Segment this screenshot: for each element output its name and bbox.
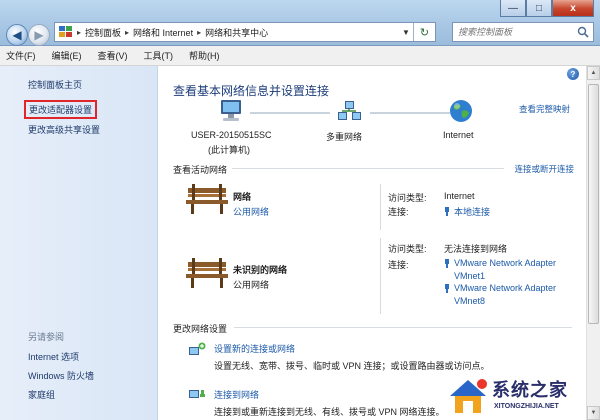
network-icon: [336, 98, 362, 126]
connection-link-vmnet1[interactable]: VMware Network Adapter: [444, 258, 556, 268]
network-name: 未识别的网络: [233, 265, 288, 275]
connect-network-icon: [188, 386, 206, 400]
control-panel-icon: [59, 26, 73, 38]
scroll-up-icon[interactable]: ▲: [587, 66, 600, 80]
window-controls: — □ x: [500, 0, 594, 18]
map-internet-label: Internet: [443, 130, 474, 140]
watermark-subtitle: XITONGZHIJIA.NET: [494, 403, 559, 410]
map-connector: [370, 112, 450, 114]
connection-name[interactable]: VMware Network Adapter: [454, 258, 556, 268]
setup-new-connection-desc: 设置无线、宽带、拨号、临时或 VPN 连接；或设置路由器或访问点。: [214, 361, 490, 371]
map-connector: [250, 112, 330, 114]
menu-file[interactable]: 文件(F): [6, 49, 36, 62]
sidebar-item-change-adapter-settings[interactable]: 更改适配器设置: [24, 100, 98, 119]
watermark-logo: 系统之家 XITONGZHIJIA.NET: [444, 374, 600, 420]
breadcrumb-item[interactable]: 网络和 Internet: [133, 26, 193, 39]
connection-link-local[interactable]: 本地连接: [444, 205, 490, 218]
search-input[interactable]: [458, 27, 576, 37]
adapter-icon: [444, 207, 450, 216]
access-type-label: 访问类型:: [388, 244, 427, 254]
minimize-button[interactable]: —: [500, 0, 526, 17]
back-button[interactable]: ◀: [6, 24, 28, 46]
connection-link-vmnet8[interactable]: VMware Network Adapter: [444, 283, 556, 293]
change-settings-heading: 更改网络设置: [173, 324, 228, 334]
menu-tools[interactable]: 工具(T): [144, 49, 174, 62]
access-type-value: Internet: [444, 191, 475, 201]
adapter-icon: [444, 283, 450, 293]
search-icon[interactable]: [577, 26, 589, 38]
forward-arrow-icon: ▶: [34, 28, 44, 42]
breadcrumb-item[interactable]: 控制面板: [85, 26, 121, 39]
breadcrumb-separator-icon: ▸: [77, 27, 82, 37]
connections-label: 连接:: [388, 260, 409, 270]
close-button[interactable]: x: [552, 0, 594, 17]
connection-name-line2[interactable]: VMnet1: [454, 271, 485, 281]
connect-disconnect-link[interactable]: 连接或断开连接: [514, 163, 574, 175]
scrollbar-thumb[interactable]: [588, 84, 599, 324]
bench-icon: [186, 256, 228, 292]
network-name: 网络: [233, 192, 252, 202]
breadcrumb: ▸ 控制面板 ▸ 网络和 Internet ▸ 网络和共享中心: [73, 26, 268, 39]
adapter-icon: [444, 258, 450, 268]
connection-name[interactable]: 本地连接: [454, 205, 490, 218]
column-divider: [380, 238, 381, 314]
access-type-value: 无法连接到网络: [444, 244, 508, 254]
menu-edit[interactable]: 编辑(E): [52, 49, 82, 62]
title-bar: — □ x ◀ ▶ ▸ 控制面板 ▸ 网络和 Internet ▸ 网络和共享中…: [0, 0, 600, 46]
see-full-map-link[interactable]: 查看完整映射: [519, 103, 570, 115]
refresh-button[interactable]: ↻: [413, 23, 435, 41]
main-content: ? 查看基本网络信息并设置连接 查看完整映射 USER-20150515SC (…: [158, 66, 586, 420]
new-connection-icon: [188, 342, 206, 356]
network-type: 公用网络: [233, 280, 270, 290]
access-type-label: 访问类型:: [388, 193, 427, 203]
sidebar-item-change-advanced-sharing[interactable]: 更改高级共享设置: [28, 123, 100, 136]
sidebar-item-internet-options[interactable]: Internet 选项: [28, 350, 79, 363]
sidebar-item-control-panel-home[interactable]: 控制面板主页: [28, 78, 82, 91]
breadcrumb-item[interactable]: 网络和共享中心: [205, 26, 268, 39]
connect-to-network-link[interactable]: 连接到网络: [214, 388, 259, 401]
computer-icon: [218, 98, 244, 126]
navigation-pane: 控制面板主页 更改适配器设置 更改高级共享设置 另请参阅 Internet 选项…: [0, 66, 158, 420]
search-box[interactable]: [452, 22, 594, 42]
help-icon[interactable]: ?: [567, 68, 579, 80]
active-networks-heading: 查看活动网络: [173, 165, 228, 175]
vertical-scrollbar[interactable]: ▲ ▼: [586, 66, 600, 420]
breadcrumb-separator-icon[interactable]: ▸: [197, 28, 201, 37]
breadcrumb-separator-icon[interactable]: ▸: [125, 28, 129, 37]
see-also-heading: 另请参阅: [28, 332, 65, 342]
watermark-title: 系统之家: [492, 380, 568, 401]
map-computer-name: USER-20150515SC: [191, 130, 272, 140]
page-title: 查看基本网络信息并设置连接: [173, 84, 330, 98]
house-logo-icon: [450, 379, 487, 413]
network-type-link[interactable]: 公用网络: [233, 205, 269, 218]
connection-name[interactable]: VMware Network Adapter: [454, 283, 556, 293]
connection-name-line2[interactable]: VMnet8: [454, 296, 485, 306]
sidebar-item-homegroup[interactable]: 家庭组: [28, 388, 55, 401]
section-divider: [234, 327, 572, 328]
connect-to-network-desc: 连接到或重新连接到无线、有线、拨号或 VPN 网络连接。: [214, 407, 445, 417]
address-bar[interactable]: ▸ 控制面板 ▸ 网络和 Internet ▸ 网络和共享中心 ▼ ↻: [54, 22, 436, 42]
address-dropdown-icon[interactable]: ▼: [399, 23, 413, 41]
bench-icon: [186, 182, 228, 218]
globe-icon: [448, 98, 474, 126]
back-arrow-icon: ◀: [12, 28, 22, 42]
setup-new-connection-link[interactable]: 设置新的连接或网络: [214, 342, 295, 355]
menu-bar: 文件(F) 编辑(E) 查看(V) 工具(T) 帮助(H): [0, 46, 600, 66]
connections-label: 连接:: [388, 207, 409, 217]
refresh-icon: ↻: [419, 26, 430, 39]
menu-help[interactable]: 帮助(H): [189, 49, 220, 62]
menu-view[interactable]: 查看(V): [98, 49, 128, 62]
forward-button[interactable]: ▶: [28, 24, 50, 46]
sidebar-item-windows-firewall[interactable]: Windows 防火墙: [28, 369, 94, 382]
map-computer-sublabel: (此计算机): [208, 145, 250, 155]
map-multiple-networks-label: 多重网络: [326, 132, 363, 142]
column-divider: [380, 184, 381, 230]
section-divider: [232, 168, 504, 169]
maximize-button[interactable]: □: [526, 0, 552, 17]
